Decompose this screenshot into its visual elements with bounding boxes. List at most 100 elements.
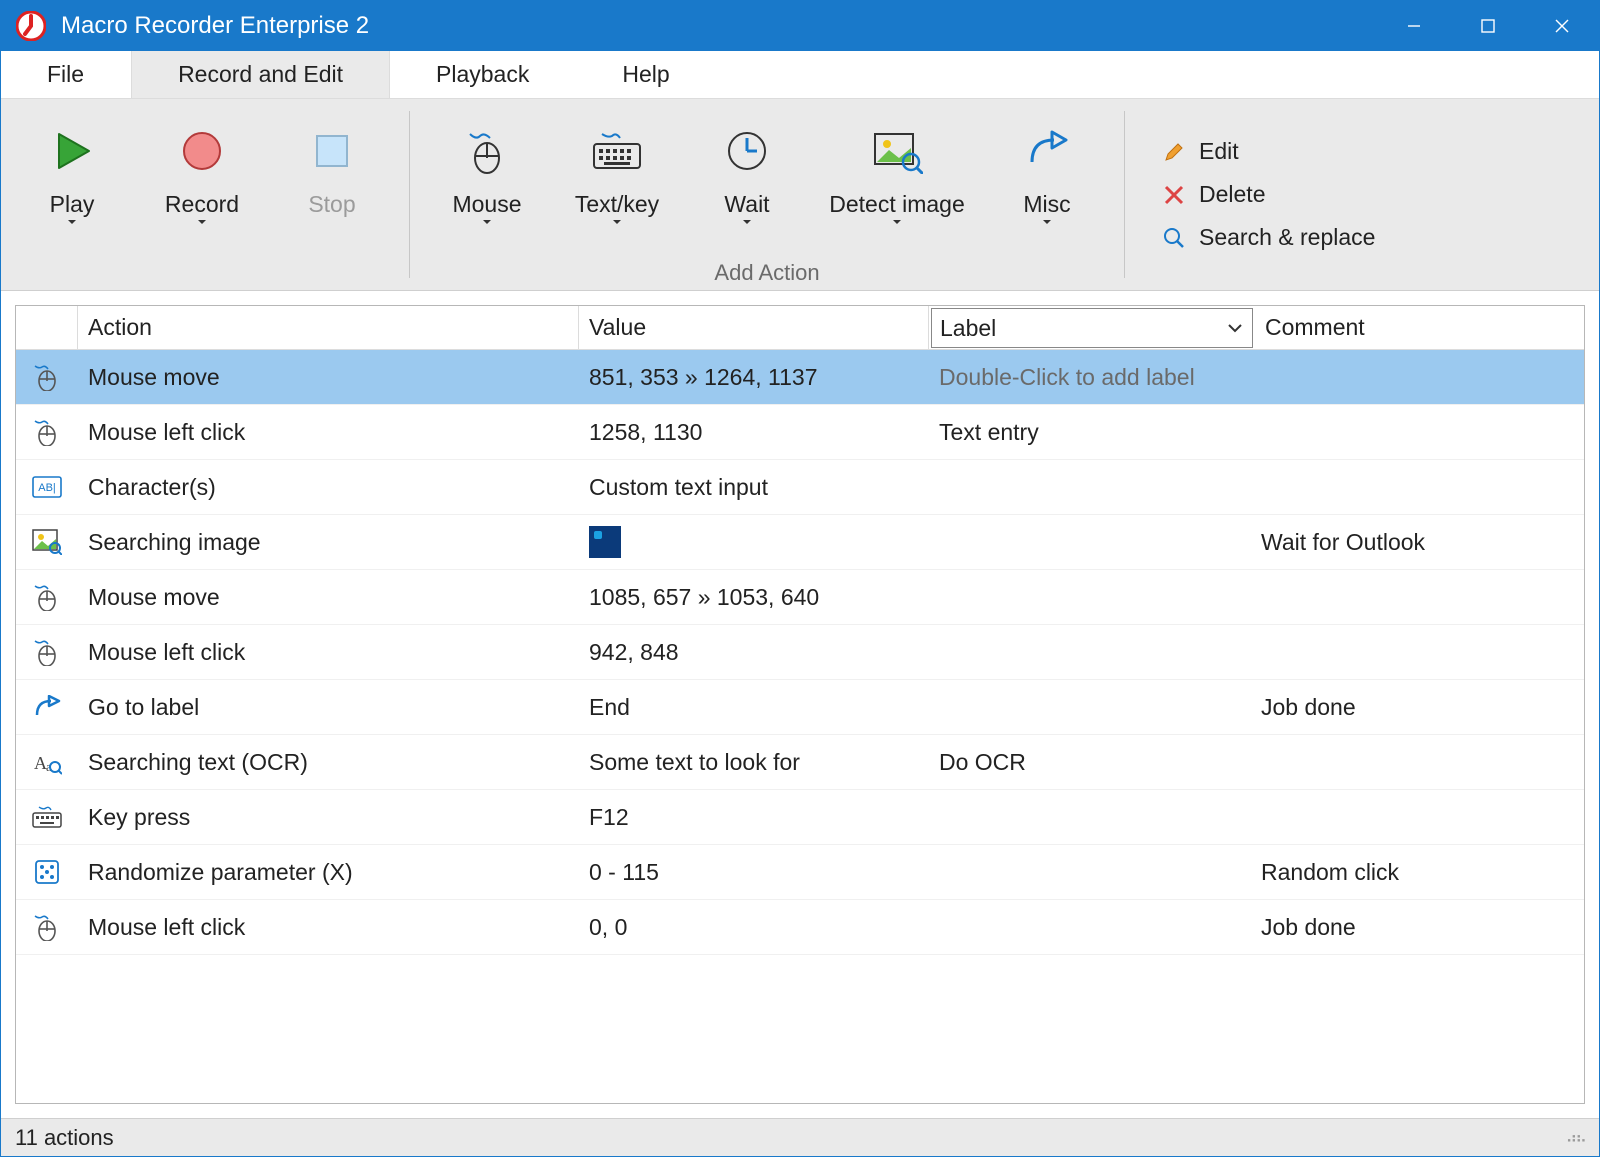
column-header-value[interactable]: Value <box>579 306 929 349</box>
table-row[interactable]: AB| Character(s)Custom text input <box>16 460 1584 515</box>
cell-action: Key press <box>78 804 579 831</box>
table-row[interactable]: Go to labelEndJob done <box>16 680 1584 735</box>
ribbon-side-actions: Edit Delete Search & replace <box>1137 99 1399 290</box>
chevron-down-icon <box>893 220 901 228</box>
cell-comment: Job done <box>1251 914 1584 941</box>
keyboard-icon <box>590 121 644 181</box>
cell-label[interactable]: Double-Click to add label <box>929 364 1251 391</box>
edit-label: Edit <box>1199 138 1239 165</box>
table-row[interactable]: Mouse left click0, 0 Job done <box>16 900 1584 955</box>
rand-row-icon <box>16 858 78 886</box>
cell-label[interactable]: Do OCR <box>929 749 1251 776</box>
cell-value <box>579 526 929 558</box>
app-logo-icon <box>15 10 47 42</box>
svg-text:AB|: AB| <box>38 482 56 494</box>
close-button[interactable] <box>1525 1 1599 51</box>
content-area: Action Value Label Comment Mouse move851… <box>1 291 1599 1118</box>
image-search-icon <box>871 121 923 181</box>
record-button[interactable]: Record <box>137 107 267 232</box>
ribbon-separator <box>1124 111 1125 278</box>
menu-playback[interactable]: Playback <box>390 51 576 98</box>
misc-label: Misc <box>1023 191 1070 218</box>
column-header-action[interactable]: Action <box>78 306 579 349</box>
cell-action: Randomize parameter (X) <box>78 859 579 886</box>
arrow-forward-icon <box>1024 121 1070 181</box>
table-row[interactable]: Key pressF12 <box>16 790 1584 845</box>
mouse-row-icon <box>16 418 78 446</box>
cell-value: End <box>579 694 929 721</box>
maximize-button[interactable] <box>1451 1 1525 51</box>
detect-image-button[interactable]: Detect image <box>812 107 982 232</box>
misc-button[interactable]: Misc <box>982 107 1112 232</box>
cell-action: Mouse left click <box>78 419 579 446</box>
cell-comment: Job done <box>1251 694 1584 721</box>
stop-icon <box>309 121 355 181</box>
table-row[interactable]: Randomize parameter (X)0 - 115Random cli… <box>16 845 1584 900</box>
minimize-button[interactable] <box>1377 1 1451 51</box>
textkey-label: Text/key <box>575 191 659 218</box>
cell-action: Character(s) <box>78 474 579 501</box>
wait-button[interactable]: Wait <box>682 107 812 232</box>
resize-grip-icon[interactable]: ⠴⠦ <box>1566 1128 1585 1148</box>
ribbon-group-caption: Add Action <box>416 260 1118 286</box>
cell-value: 1085, 657 » 1053, 640 <box>579 584 929 611</box>
title-bar: Macro Recorder Enterprise 2 <box>1 1 1599 51</box>
chevron-down-icon <box>198 220 206 228</box>
table-row[interactable]: Mouse move1085, 657 » 1053, 640 <box>16 570 1584 625</box>
mouse-row-icon <box>16 913 78 941</box>
table-row[interactable]: Mouse move851, 353 » 1264, 1137Double-Cl… <box>16 350 1584 405</box>
ribbon-group-add-action: Mouse Text/key Wait <box>416 99 1118 290</box>
mouse-icon <box>464 121 510 181</box>
play-icon <box>49 121 95 181</box>
search-replace-label: Search & replace <box>1199 224 1375 251</box>
kbd-row-icon <box>16 805 78 829</box>
table-row[interactable]: Mouse left click1258, 1130Text entry <box>16 405 1584 460</box>
delete-icon <box>1161 182 1187 208</box>
record-icon <box>179 121 225 181</box>
play-button[interactable]: Play <box>7 107 137 232</box>
mouse-row-icon <box>16 638 78 666</box>
cell-value: F12 <box>579 804 929 831</box>
detect-image-label: Detect image <box>829 191 965 218</box>
cell-label[interactable]: Text entry <box>929 419 1251 446</box>
mouse-button[interactable]: Mouse <box>422 107 552 232</box>
delete-label: Delete <box>1199 181 1265 208</box>
menu-file-label: File <box>47 61 84 88</box>
ocr-row-icon: Aa <box>16 749 78 775</box>
cell-value: Custom text input <box>579 474 929 501</box>
menu-file[interactable]: File <box>1 51 131 98</box>
column-header-icon[interactable] <box>16 306 78 349</box>
mouse-label: Mouse <box>452 191 521 218</box>
table-row[interactable]: AaSearching text (OCR)Some text to look … <box>16 735 1584 790</box>
chevron-down-icon <box>483 220 491 228</box>
abi-row-icon: AB| <box>16 476 78 498</box>
cell-value: Some text to look for <box>579 749 929 776</box>
cell-action: Searching image <box>78 529 579 556</box>
chevron-down-icon <box>1226 319 1244 337</box>
table-row[interactable]: Mouse left click942, 848 <box>16 625 1584 680</box>
search-icon <box>1161 225 1187 251</box>
stop-button[interactable]: Stop <box>267 107 397 232</box>
search-replace-action[interactable]: Search & replace <box>1161 224 1375 251</box>
cell-value: 0 - 115 <box>579 859 929 886</box>
chevron-down-icon <box>68 220 76 228</box>
pencil-icon <box>1161 139 1187 165</box>
edit-action[interactable]: Edit <box>1161 138 1375 165</box>
menu-bar: File Record and Edit Playback Help <box>1 51 1599 99</box>
chevron-down-icon <box>1043 220 1051 228</box>
svg-text:a: a <box>46 759 52 774</box>
cell-value: 0, 0 <box>579 914 929 941</box>
menu-help[interactable]: Help <box>576 51 716 98</box>
menu-record-edit[interactable]: Record and Edit <box>131 51 390 98</box>
textkey-button[interactable]: Text/key <box>552 107 682 232</box>
app-title: Macro Recorder Enterprise 2 <box>61 12 1377 40</box>
chevron-down-icon <box>743 220 751 228</box>
cell-value: 942, 848 <box>579 639 929 666</box>
column-header-label-dropdown[interactable]: Label <box>931 308 1253 348</box>
column-header-comment[interactable]: Comment <box>1255 306 1584 349</box>
delete-action[interactable]: Delete <box>1161 181 1375 208</box>
table-row[interactable]: Searching imageWait for Outlook <box>16 515 1584 570</box>
cell-action: Mouse move <box>78 584 579 611</box>
menu-record-edit-label: Record and Edit <box>178 61 343 88</box>
cell-action: Mouse left click <box>78 914 579 941</box>
